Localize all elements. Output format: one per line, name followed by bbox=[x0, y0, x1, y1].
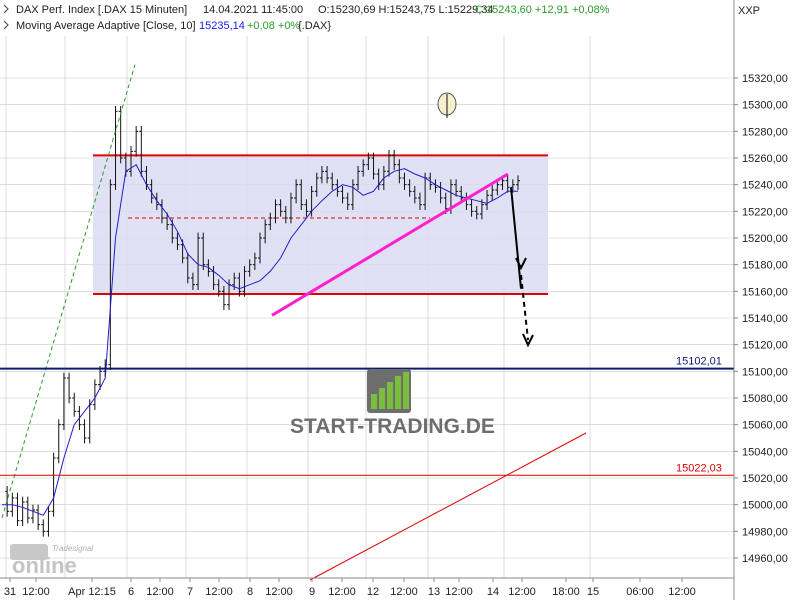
y-tick-label: 15320,00 bbox=[742, 73, 788, 85]
x-tick-label: 12:00 bbox=[668, 586, 696, 598]
x-tick-label: 12:00 bbox=[265, 586, 293, 598]
x-tick-label: 12:00 bbox=[22, 586, 50, 598]
x-tick-label: 6 bbox=[128, 586, 134, 598]
x-tick-label: 12:00 bbox=[445, 586, 473, 598]
x-tick-label: 12:00 bbox=[328, 586, 356, 598]
x-tick-label: 12:00 bbox=[205, 586, 233, 598]
trading-range bbox=[93, 154, 548, 295]
chart-background bbox=[0, 0, 800, 600]
y-tick-label: 15180,00 bbox=[742, 260, 788, 272]
datetime-label: 14.04.2021 11:45:00 bbox=[203, 4, 303, 16]
y-tick-label: 15160,00 bbox=[742, 286, 788, 298]
y-tick-label: 15220,00 bbox=[742, 206, 788, 218]
logo-top-text: Tradesignal bbox=[52, 544, 93, 553]
x-tick-label: 15 bbox=[587, 586, 599, 598]
x-tick-label: 18:00 bbox=[552, 586, 580, 598]
instrument-label: DAX Perf. Index [.DAX 15 Minuten] bbox=[16, 4, 187, 16]
exchange-label: XXP bbox=[738, 5, 760, 17]
y-tick-label: 15120,00 bbox=[742, 340, 788, 352]
close-change-label: C:15243,60 +12,91 +0,08% bbox=[475, 4, 610, 16]
level-15022-label: 15022,03 bbox=[676, 462, 722, 474]
y-tick-label: 15140,00 bbox=[742, 313, 788, 325]
indicator-change: +0,08 +0% bbox=[247, 20, 300, 32]
bar-chart-logo-icon bbox=[367, 369, 411, 413]
indicator-symbol: {.DAX} bbox=[298, 20, 331, 32]
y-tick-label: 15040,00 bbox=[742, 446, 788, 458]
x-tick-label: 12:00 bbox=[508, 586, 536, 598]
y-tick-label: 15100,00 bbox=[742, 366, 788, 378]
y-tick-label: 15000,00 bbox=[742, 500, 788, 512]
y-tick-label: 15280,00 bbox=[742, 126, 788, 138]
x-tick-label: 7 bbox=[187, 586, 193, 598]
x-tick-label: 12 bbox=[367, 586, 379, 598]
x-tick-label: 12:00 bbox=[146, 586, 174, 598]
x-tick-label: 12:00 bbox=[390, 586, 418, 598]
ohl-label: O:15230,69 H:15243,75 L:15229,34 bbox=[318, 4, 494, 16]
level-15102-label: 15102,01 bbox=[676, 356, 722, 368]
y-tick-label: 15240,00 bbox=[742, 180, 788, 192]
x-tick-label: 14 bbox=[487, 586, 499, 598]
y-tick-label: 14960,00 bbox=[742, 553, 788, 565]
x-tick-label: 13 bbox=[428, 586, 440, 598]
y-tick-label: 15260,00 bbox=[742, 153, 788, 165]
x-tick-label: Apr 12:15 bbox=[68, 586, 116, 598]
y-tick-label: 15300,00 bbox=[742, 100, 788, 112]
x-tick-label: 06:00 bbox=[626, 586, 654, 598]
y-tick-label: 15200,00 bbox=[742, 233, 788, 245]
y-tick-label: 15020,00 bbox=[742, 473, 788, 485]
logo-main-text: online bbox=[12, 553, 77, 578]
y-tick-label: 15060,00 bbox=[742, 420, 788, 432]
x-tick-label: 9 bbox=[309, 586, 315, 598]
watermark-brand: START-TRADING.DE bbox=[290, 415, 495, 438]
indicator-label: Moving Average Adaptive [Close, 10] bbox=[16, 20, 196, 32]
price-chart[interactable]: 15102,01 15022,03 DAX Perf. Index [.DAX 1… bbox=[0, 0, 800, 600]
x-tick-label: 8 bbox=[247, 586, 253, 598]
x-tick-label: 31 bbox=[4, 586, 16, 598]
y-tick-label: 14980,00 bbox=[742, 526, 788, 538]
range-box bbox=[93, 155, 548, 294]
y-tick-label: 15080,00 bbox=[742, 393, 788, 405]
indicator-value: 15235,14 bbox=[199, 20, 245, 32]
